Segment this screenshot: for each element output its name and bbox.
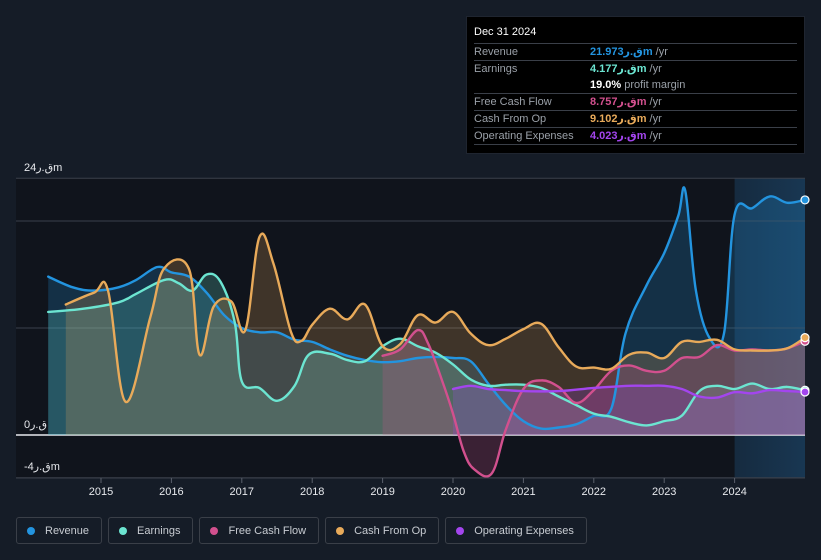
tooltip-row-operating-expenses: Operating Expenses 4.023ق.رm /yr <box>474 128 797 145</box>
legend-item-free-cash-flow[interactable]: Free Cash Flow <box>199 517 320 544</box>
legend-item-operating-expenses[interactable]: Operating Expenses <box>445 517 587 544</box>
tooltip-value: 4.177ق.رm <box>590 63 647 75</box>
legend-dot-icon <box>336 526 345 535</box>
tooltip-panel: Dec 31 2024 Revenue 21.973ق.رm /yr Earni… <box>466 16 805 154</box>
x-tick-label: 2024 <box>722 486 746 498</box>
x-tick-label: 2016 <box>159 486 183 498</box>
tooltip-unit: /yr <box>649 63 662 75</box>
legend-dot-icon <box>119 526 128 535</box>
x-tick-label: 2022 <box>582 486 606 498</box>
x-tick-label: 2021 <box>511 486 535 498</box>
tooltip-unit: /yr <box>655 46 668 58</box>
tooltip-unit: /yr <box>649 130 662 142</box>
tooltip-label: Earnings <box>474 63 518 75</box>
tooltip-value: 4.023ق.رm <box>590 130 647 142</box>
y-tick-label: 0ق.ر <box>24 419 47 431</box>
x-tick-label: 2023 <box>652 486 676 498</box>
tooltip-label: Revenue <box>474 46 519 58</box>
legend-label: Free Cash Flow <box>228 524 307 537</box>
tooltip-row-revenue: Revenue 21.973ق.رm /yr <box>474 44 797 61</box>
tooltip-label <box>474 77 590 93</box>
tooltip-value: 21.973ق.رm <box>590 46 653 58</box>
tooltip-label: Cash From Op <box>474 113 547 125</box>
tooltip-row-free-cash-flow: Free Cash Flow 8.757ق.رm /yr <box>474 94 797 111</box>
legend-dot-icon <box>210 526 219 535</box>
legend-label: Operating Expenses <box>474 524 574 537</box>
tooltip-label: Operating Expenses <box>474 130 574 142</box>
legend: Revenue Earnings Free Cash Flow Cash Fro… <box>16 517 587 544</box>
y-tick-label: 24ق.رm <box>24 162 62 174</box>
tooltip-unit: /yr <box>649 96 662 108</box>
tooltip-value: 9.102ق.رm <box>590 113 647 125</box>
endpoint-operating-expenses <box>800 387 810 397</box>
legend-item-cash-from-op[interactable]: Cash From Op <box>325 517 440 544</box>
x-tick-label: 2017 <box>230 486 254 498</box>
tooltip-row-profit-margin: 19.0% profit margin <box>474 77 797 94</box>
legend-dot-icon <box>27 526 35 535</box>
legend-label: Cash From Op <box>354 524 427 537</box>
x-axis: 2015 2016 2017 2018 2019 2020 2021 2022 2023 2024 <box>16 477 805 498</box>
tooltip-label: Free Cash Flow <box>474 96 552 108</box>
tooltip-row-cash-from-op: Cash From Op 9.102ق.رm /yr <box>474 111 797 128</box>
x-tick-label: 2020 <box>441 486 465 498</box>
x-tick-label: 2019 <box>370 486 394 498</box>
x-tick-label: 2015 <box>89 486 113 498</box>
endpoint-revenue <box>800 195 810 205</box>
legend-label: Earnings <box>137 524 181 537</box>
legend-item-revenue[interactable]: Revenue <box>16 517 103 544</box>
legend-item-earnings[interactable]: Earnings <box>108 517 194 544</box>
tooltip-row-earnings: Earnings 4.177ق.رm /yr <box>474 61 797 77</box>
legend-dot-icon <box>456 526 465 535</box>
tooltip-value: 19.0% <box>590 79 622 91</box>
x-tick-label: 2018 <box>300 486 324 498</box>
y-tick-label: -4ق.رm <box>24 461 60 473</box>
tooltip-value: 8.757ق.رm <box>590 96 647 108</box>
tooltip-unit: /yr <box>649 113 662 125</box>
endpoint-cash-from-op <box>800 333 810 343</box>
legend-label: Revenue <box>45 524 90 537</box>
tooltip-unit: profit margin <box>624 79 686 91</box>
tooltip-date: Dec 31 2024 <box>474 25 797 44</box>
